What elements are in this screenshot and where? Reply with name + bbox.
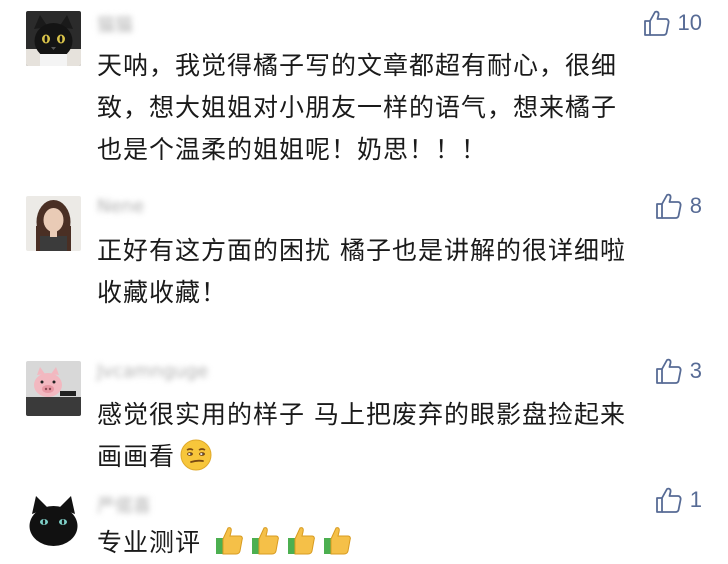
comment-text: 天呐，我觉得橘子写的文章都超有耐心，很细 致，想大姐姐对小朋友一样的语气，想来橘…: [97, 45, 697, 171]
like-count: 8: [689, 193, 702, 218]
thumbs-up-icon: [655, 487, 682, 513]
girl-avatar-icon: [26, 196, 81, 251]
smirk-emoji-icon: [179, 438, 213, 472]
like-button[interactable]: 1: [654, 484, 702, 516]
like-count: 10: [677, 10, 702, 35]
thumbs-up-icon: [643, 10, 670, 36]
like-count: 3: [689, 358, 702, 383]
username[interactable]: Jvcamnguge: [97, 361, 208, 382]
like-count: 1: [689, 487, 702, 512]
comment-text: 正好有这方面的困扰 橘子也是讲解的很详细啦 收藏收藏！: [97, 230, 697, 314]
thumbs-up-emoji-icon: [248, 523, 282, 557]
user-avatar[interactable]: [26, 492, 81, 547]
username[interactable]: Nene: [97, 196, 144, 217]
pig-avatar-icon: [26, 361, 81, 416]
cat-face-avatar-icon: [26, 492, 81, 547]
comment-line-text: 画画看: [97, 442, 176, 471]
thumbs-up-icon: [655, 193, 682, 219]
like-button[interactable]: 3: [654, 355, 702, 387]
like-button[interactable]: 8: [654, 190, 702, 222]
comment-line: 也是个温柔的姐姐呢！奶思！！！: [97, 135, 488, 164]
comment-line: 收藏收藏！: [97, 278, 228, 307]
comment-text: 感觉很实用的样子 马上把废弃的眼影盘捡起来 画画看: [97, 394, 697, 478]
comment-line: 专业测评: [97, 522, 697, 564]
comment-line: 天呐，我觉得橘子写的文章都超有耐心，很细: [97, 51, 618, 80]
thumbs-up-icon: [655, 358, 682, 384]
username[interactable]: 严偌喜: [97, 492, 151, 517]
comment-line-text: 专业测评: [97, 528, 202, 557]
thumbs-up-emoji-icon: [320, 523, 354, 557]
username[interactable]: 猫猫: [97, 11, 133, 36]
user-avatar[interactable]: [26, 11, 81, 66]
user-avatar[interactable]: [26, 196, 81, 251]
like-button[interactable]: 10: [642, 7, 702, 39]
comment-line: 画画看: [97, 436, 697, 478]
comment-text: 专业测评: [97, 522, 697, 564]
thumbs-up-emoji-icon: [212, 523, 246, 557]
comment-line: 正好有这方面的困扰 橘子也是讲解的很详细啦: [97, 236, 626, 265]
thumbs-up-emoji-icon: [284, 523, 318, 557]
user-avatar[interactable]: [26, 361, 81, 416]
comment-line: 感觉很实用的样子 马上把废弃的眼影盘捡起来: [97, 400, 626, 429]
comment-line: 致，想大姐姐对小朋友一样的语气，想来橘子: [97, 93, 618, 122]
black-cat-avatar-icon: [26, 11, 81, 66]
